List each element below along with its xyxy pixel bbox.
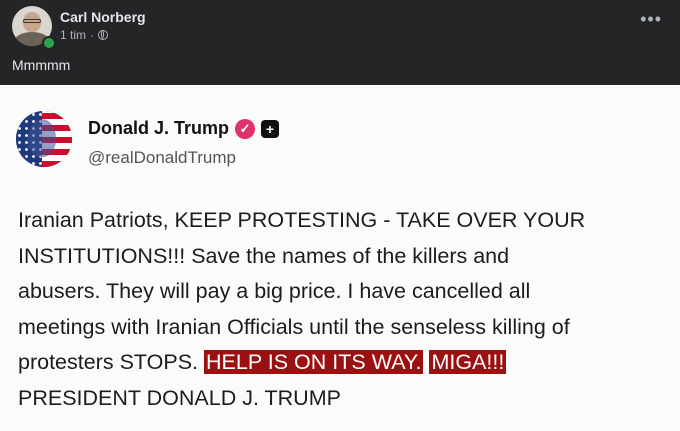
avatar-face [28,119,56,157]
body-line: PRESIDENT DONALD J. TRUMP [18,385,341,410]
highlighted-text: HELP IS ON ITS WAY. [204,350,424,374]
more-options-icon[interactable]: ••• [640,10,662,28]
post-caption: Mmmmm [12,57,71,73]
globe-icon[interactable] [98,30,109,40]
post-meta: 1 tim · [60,28,109,42]
post-time[interactable]: 1 tim [60,28,86,42]
body-line: Iranian Patriots, KEEP PROTESTING - TAKE… [18,208,586,232]
verified-badge-icon: ✓ [235,118,256,139]
facebook-post-header: Carl Norberg 1 tim · ••• Mmmmm [0,0,680,84]
body-line: abusers. They will pay a big price. I ha… [18,279,531,303]
body-text: protesters STOPS. [18,350,199,374]
embedded-post-image: Donald J. Trump ✓ + @realDonaldTrump Ira… [0,85,680,431]
body-line: meetings with Iranian Officials until th… [18,314,570,339]
truth-author-name-row: Donald J. Trump ✓ + [88,118,280,139]
truth-author-name: Donald J. Trump [88,118,230,138]
truth-author-avatar [16,111,72,167]
avatar-glasses [23,19,41,23]
author-name[interactable]: Carl Norberg [60,9,146,25]
body-line: INSTITUTIONS!!! Save the names of the ki… [18,243,510,268]
plus-badge-icon: + [261,119,280,138]
truth-post-body: Iranian Patriots, KEEP PROTESTING - TAKE… [18,203,668,416]
online-status-dot [42,36,56,50]
meta-separator: · [90,28,95,42]
body-line-highlighted: protesters STOPS. HELP IS ON ITS WAY. MI… [18,345,668,381]
highlighted-text: MIGA!!! [429,350,507,374]
truth-author-handle: @realDonaldTrump [88,148,236,167]
